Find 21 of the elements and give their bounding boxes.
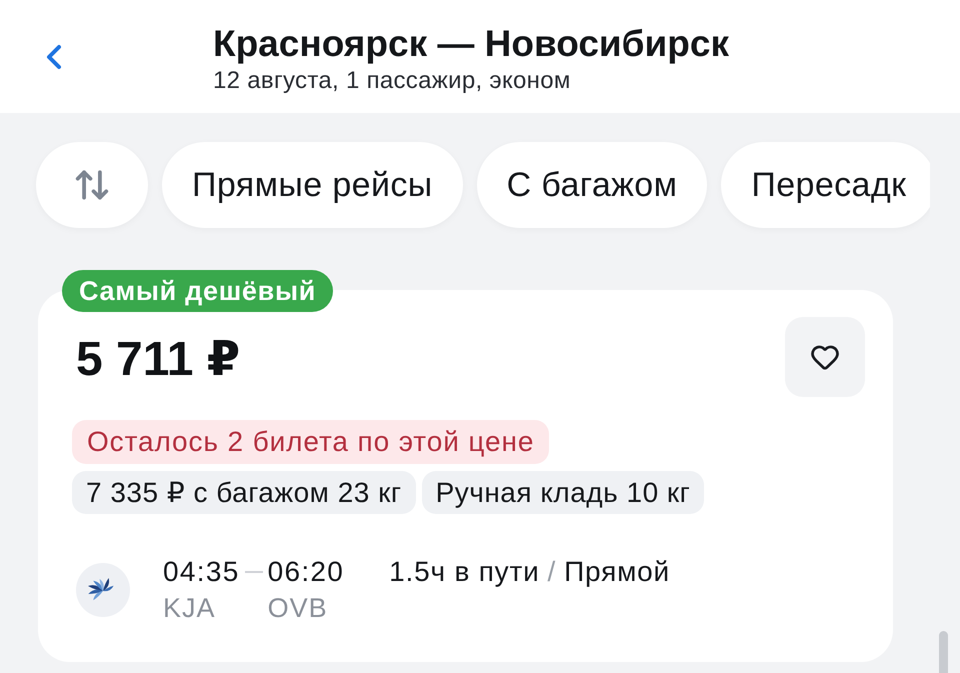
filter-chip[interactable]: С багажом — [476, 142, 708, 228]
departure-airport: KJA — [163, 593, 217, 624]
trip-details: 12 августа, 1 пассажир, эконом — [213, 67, 572, 96]
baggage-tag: Ручная кладь 10 кг — [422, 471, 704, 514]
favorite-button[interactable] — [785, 317, 865, 397]
promo-badge: Самый дешёвый — [62, 270, 334, 312]
stops-info: Прямой — [564, 556, 670, 588]
price: 5 711 ₽ — [76, 334, 240, 387]
seats-left-notice: Осталось 2 билета по этой цене — [72, 420, 550, 464]
separator-slash: / — [548, 556, 556, 588]
time-separator-line — [244, 570, 263, 572]
baggage-tag: 7 335 ₽ с багажом 23 кг — [72, 471, 416, 514]
filter-chip[interactable]: Прямые рейсы — [162, 142, 463, 228]
filter-chip[interactable]: Пересадк — [721, 142, 930, 228]
arrival-time: 06:20 — [268, 556, 344, 588]
arrival-airport: OVB — [268, 593, 329, 624]
departure-time: 04:35 — [163, 556, 240, 588]
scrollbar[interactable] — [939, 631, 948, 673]
flight-duration: 1.5ч в пути — [389, 556, 540, 588]
bird-logo-icon — [76, 563, 130, 617]
route-title: Красноярск — Новосибирск — [213, 22, 729, 66]
